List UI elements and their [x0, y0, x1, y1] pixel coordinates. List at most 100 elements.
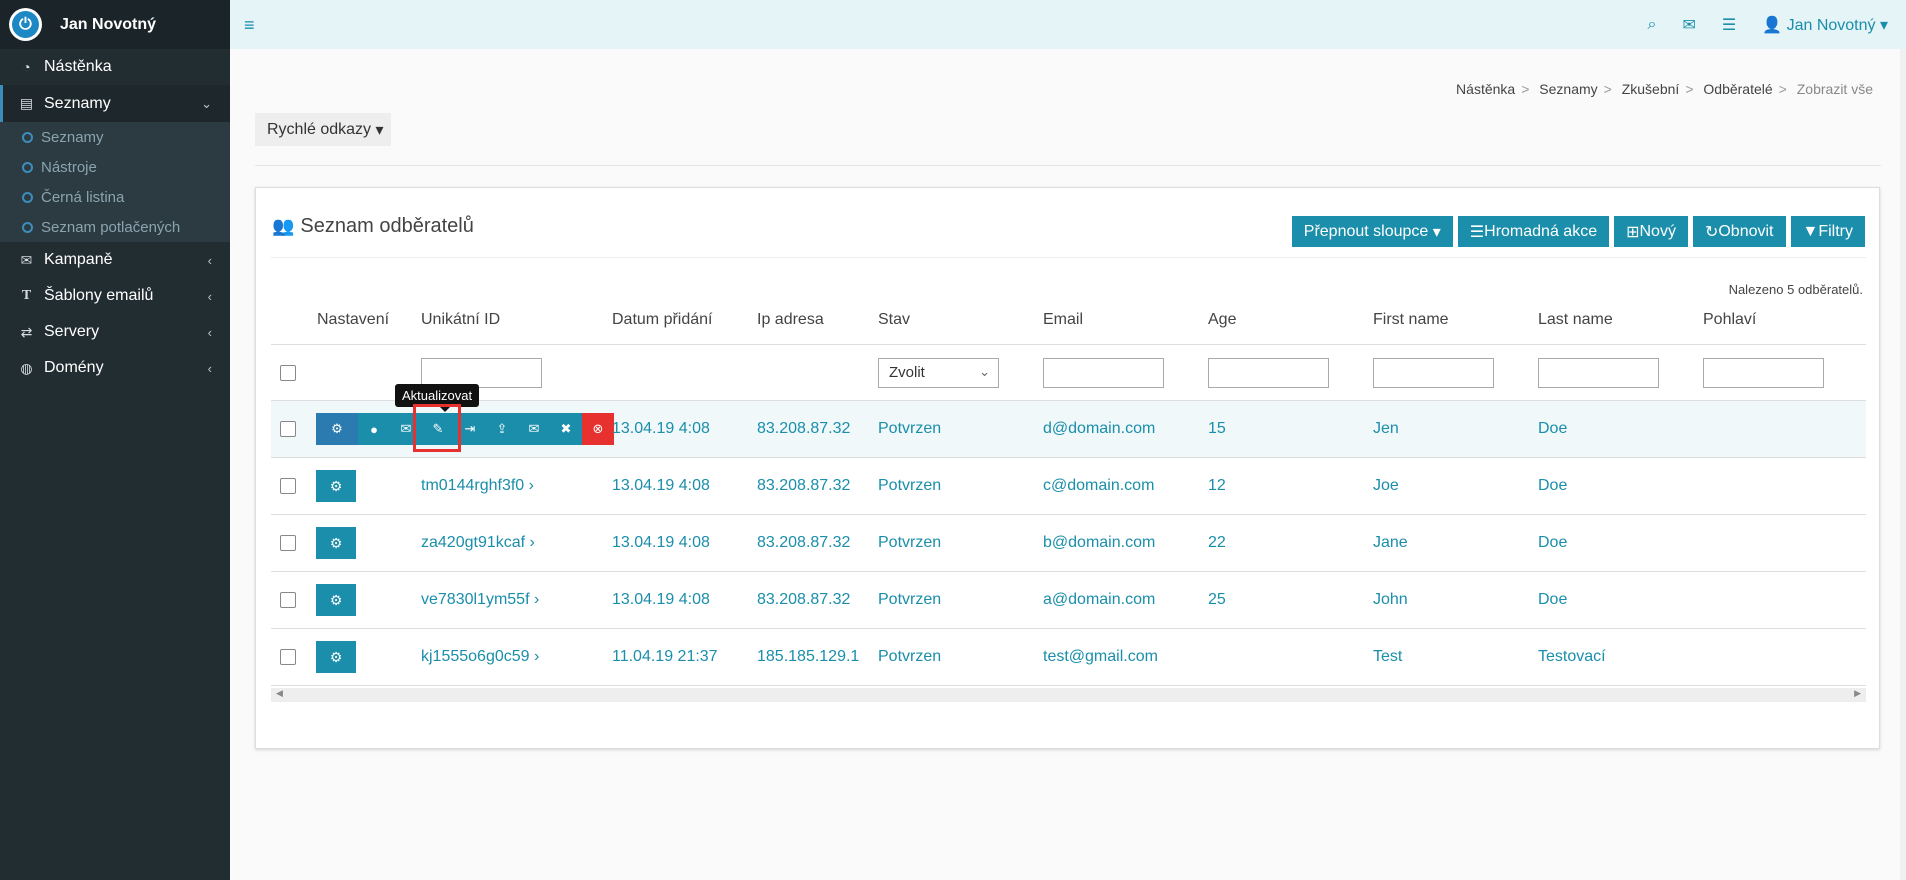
filter-last-name-input[interactable] [1538, 357, 1659, 388]
cell-unique-id[interactable]: ve7830l1ym55f › [421, 591, 539, 609]
table-row[interactable]: ⚙ tm0144rghf3f0 › 13.04.19 4:08 83.208.8… [271, 458, 1866, 515]
cell-first-name[interactable]: Jen [1373, 420, 1399, 438]
col-last-name[interactable]: Last name [1538, 311, 1613, 329]
cell-first-name[interactable]: Joe [1373, 477, 1399, 495]
cell-unique-id[interactable]: tm0144rghf3f0 › [421, 477, 534, 495]
cell-first-name[interactable]: John [1373, 591, 1408, 609]
quick-links-dropdown[interactable]: Rychlé odkazy ▾ [255, 113, 391, 146]
breadcrumb-subscribers[interactable]: Odběratelé [1703, 81, 1772, 97]
mail-icon[interactable]: ✉ [1682, 15, 1695, 35]
cell-date[interactable]: 13.04.19 4:08 [612, 477, 710, 495]
filters-button[interactable]: ▼ Filtry [1790, 216, 1865, 247]
vertical-scrollbar[interactable] [1900, 49, 1906, 880]
cell-last-name[interactable]: Doe [1538, 591, 1567, 609]
filter-email-input[interactable] [1043, 357, 1164, 388]
row-settings-button[interactable]: ⚙ [316, 641, 356, 673]
filter-age-input[interactable] [1208, 357, 1329, 388]
cell-last-name[interactable]: Doe [1538, 477, 1567, 495]
toggle-columns-button[interactable]: Přepnout sloupce ▾ [1291, 216, 1453, 247]
col-first-name[interactable]: First name [1373, 311, 1449, 329]
col-gender[interactable]: Pohlaví [1703, 311, 1756, 329]
cell-date[interactable]: 13.04.19 4:08 [612, 534, 710, 552]
cell-ip[interactable]: 185.185.129.1 [757, 648, 859, 666]
col-unique-id[interactable]: Unikátní ID [421, 311, 500, 329]
cell-ip[interactable]: 83.208.87.32 [757, 591, 850, 609]
row-checkbox[interactable] [280, 649, 296, 665]
user-action-button[interactable]: ● [358, 413, 390, 445]
cell-age[interactable]: 25 [1208, 591, 1226, 609]
row-settings-button[interactable]: ⚙ [316, 527, 356, 559]
brand[interactable]: ⏻ Jan Novotný [0, 0, 230, 49]
sidebar-item-servers[interactable]: ⇄ Servery ‹ [0, 314, 230, 350]
export-button[interactable]: ⇪ [486, 413, 518, 445]
cell-email[interactable]: b@domain.com [1043, 534, 1155, 552]
cell-status[interactable]: Potvrzen [878, 648, 941, 666]
breadcrumb-dashboard[interactable]: Nástěnka [1456, 81, 1515, 97]
col-settings[interactable]: Nastavení [317, 311, 389, 329]
row-checkbox[interactable] [280, 421, 296, 437]
cell-age[interactable]: 12 [1208, 477, 1226, 495]
cell-date[interactable]: 13.04.19 4:08 [612, 591, 710, 609]
cell-email[interactable]: test@gmail.com [1043, 648, 1158, 666]
cell-first-name[interactable]: Jane [1373, 534, 1408, 552]
row-settings-button[interactable]: ⚙ [316, 470, 356, 502]
envelope-open-button[interactable]: ✉ [518, 413, 550, 445]
sidebar-subitem-suppressed[interactable]: Seznam potlačených [0, 212, 230, 242]
cell-status[interactable]: Potvrzen [878, 534, 941, 552]
cell-age[interactable]: 22 [1208, 534, 1226, 552]
cell-email[interactable]: a@domain.com [1043, 591, 1155, 609]
new-button[interactable]: ⊞ Nový [1614, 216, 1688, 247]
row-settings-button[interactable]: ⚙ [316, 584, 356, 616]
cell-ip[interactable]: 83.208.87.32 [757, 534, 850, 552]
cell-first-name[interactable]: Test [1373, 648, 1402, 666]
col-email[interactable]: Email [1043, 311, 1083, 329]
user-menu[interactable]: 👤 Jan Novotný ▾ [1762, 15, 1888, 35]
refresh-button[interactable]: ↻ Obnovit [1692, 216, 1786, 247]
scroll-left-icon[interactable]: ◀ [276, 688, 283, 699]
cell-date[interactable]: 11.04.19 21:37 [612, 648, 718, 666]
row-checkbox[interactable] [280, 535, 296, 551]
col-status[interactable]: Stav [878, 311, 910, 329]
cell-status[interactable]: Potvrzen [878, 591, 941, 609]
breadcrumb-test[interactable]: Zkušební [1622, 81, 1680, 97]
cell-age[interactable]: 15 [1208, 420, 1226, 438]
cell-status[interactable]: Potvrzen [878, 420, 941, 438]
row-checkbox[interactable] [280, 592, 296, 608]
sidebar-subitem-blacklist[interactable]: Černá listina [0, 182, 230, 212]
col-date-added[interactable]: Datum přidání [612, 311, 713, 329]
filter-unique-id-input[interactable] [421, 357, 542, 388]
col-age[interactable]: Age [1208, 311, 1236, 329]
table-row[interactable]: ⚙ za420gt91kcaf › 13.04.19 4:08 83.208.8… [271, 515, 1866, 572]
sidebar-subitem-tools[interactable]: Nástroje [0, 152, 230, 182]
sidebar-item-campaigns[interactable]: ✉ Kampaně ‹ [0, 242, 230, 278]
breadcrumb-lists[interactable]: Seznamy [1539, 81, 1597, 97]
cell-unique-id[interactable]: kj1555o6g0c59 › [421, 648, 539, 666]
filter-gender-input[interactable] [1703, 357, 1824, 388]
menu-toggle-icon[interactable]: ≡ [244, 15, 255, 36]
horizontal-scrollbar[interactable]: ◀ ▶ [271, 688, 1866, 702]
cell-last-name[interactable]: Doe [1538, 420, 1567, 438]
sidebar-item-lists[interactable]: ▤ Seznamy ⌄ [0, 85, 230, 122]
list-alt-icon[interactable]: ☰ [1722, 15, 1736, 35]
table-row[interactable]: ⚙ ve7830l1ym55f › 13.04.19 4:08 83.208.8… [271, 572, 1866, 629]
cell-ip[interactable]: 83.208.87.32 [757, 420, 850, 438]
cell-date[interactable]: 13.04.19 4:08 [612, 420, 710, 438]
select-all-checkbox[interactable] [280, 364, 296, 381]
sidebar-item-dashboard[interactable]: ◔ Nástěnka [0, 49, 230, 85]
delete-button[interactable]: ⊗ [582, 413, 614, 445]
table-row[interactable]: ⚙ ● ✉ ✎ ⇥ ⇪ ✉ ✖ ⊗ 13.04.19 4:08 83.208.8… [271, 401, 1866, 458]
search-icon[interactable]: ⌕ [1647, 16, 1656, 34]
cell-status[interactable]: Potvrzen [878, 477, 941, 495]
remove-button[interactable]: ✖ [550, 413, 582, 445]
cell-last-name[interactable]: Doe [1538, 534, 1567, 552]
settings-gear-button[interactable]: ⚙ [316, 413, 358, 445]
sidebar-item-domains[interactable]: ◍ Domény ‹ [0, 350, 230, 386]
sidebar-item-templates[interactable]: T Šablony emailů ‹ [0, 278, 230, 314]
cell-email[interactable]: c@domain.com [1043, 477, 1154, 495]
cell-email[interactable]: d@domain.com [1043, 420, 1155, 438]
row-checkbox[interactable] [280, 478, 296, 494]
cell-unique-id[interactable]: za420gt91kcaf › [421, 534, 535, 552]
cell-ip[interactable]: 83.208.87.32 [757, 477, 850, 495]
filter-status-select[interactable]: Zvolit ⌄ [878, 357, 999, 388]
cell-last-name[interactable]: Testovací [1538, 648, 1606, 666]
